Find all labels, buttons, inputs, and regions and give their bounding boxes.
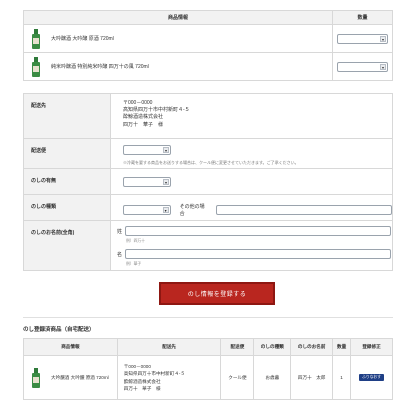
col-address: 配送先: [116, 338, 222, 356]
other-noshi-input[interactable]: [216, 205, 392, 215]
col-quantity: 数量: [332, 338, 352, 356]
product-name: 大吟醸酒 大吟醸 原酒 720ml: [51, 36, 114, 42]
delivery-value: クール便: [220, 355, 255, 400]
col-product: 商品情報: [23, 338, 118, 356]
sei-hint: 例）四万十: [126, 239, 145, 243]
table-row: 大吟醸酒 大吟醸 原酒 720ml ▾: [22, 24, 393, 53]
noshi-form: 配送先 〒000－0000 高知県四万十市中村新町４-５ 酔鯨酒造株式会社 四万…: [23, 93, 393, 271]
quantity-value: 1: [332, 355, 352, 400]
sake-bottle-icon: [30, 367, 42, 388]
quantity-select[interactable]: ▾: [337, 33, 388, 44]
noshi-type-value: お歳暮: [253, 355, 292, 400]
col-noshi-name: のしのお名前: [290, 338, 334, 356]
noshi-presence-select[interactable]: ▾: [123, 177, 171, 187]
sake-bottle-icon: [30, 56, 42, 77]
col-delivery: 配送便: [220, 338, 255, 356]
product-table-header: 商品情報 数量: [22, 10, 393, 25]
registered-table-header: 商品情報 配送先 配送便 のしの種類 のしのお名前 数量 登録修正: [23, 338, 393, 356]
address-value: 〒000－0000 高知県四万十市中村新町４-５ 酔鯨酒造株式会社 四万十 華子…: [110, 93, 393, 139]
chevron-down-icon: ▾: [162, 207, 169, 213]
product-table: 商品情報 数量 大吟醸酒 大吟醸 原酒 720ml ▾ 純米吟醸酒 特別純米吟醸…: [22, 10, 393, 81]
mei-input[interactable]: [125, 249, 391, 259]
section-title: のし登録済商品（自宅配送）: [23, 327, 95, 333]
delivery-label: 配送便: [23, 138, 111, 169]
col-noshi-type: のしの種類: [253, 338, 292, 356]
col-edit: 登録修正: [350, 338, 393, 356]
chevron-down-icon: ▾: [163, 179, 169, 185]
registered-table: 商品情報 配送先 配送便 のしの種類 のしのお名前 数量 登録修正 大吟醸酒 大…: [23, 338, 393, 400]
noshi-name-label: のしのお名前(全角): [23, 220, 111, 271]
quantity-select[interactable]: ▾: [337, 61, 388, 72]
noshi-presence-label: のしの有無: [23, 168, 111, 195]
delivery-note: ※冷蔵を要する商品をお送りする場合は、クール便に変更させていただきます。ご了承く…: [123, 160, 299, 165]
quantity-header: 数量: [332, 10, 393, 25]
chevron-down-icon: ▾: [380, 35, 386, 42]
sake-bottle-icon: [30, 28, 42, 49]
sei-label: 姓: [117, 228, 123, 235]
register-noshi-button[interactable]: のし情報を登録する: [159, 282, 275, 305]
mei-label: 名: [117, 251, 123, 258]
product-name: 大吟醸酒 大吟醸 原酒 720ml: [51, 374, 109, 380]
other-label: その他の場合: [179, 204, 205, 217]
table-row: 大吟醸酒 大吟醸 原酒 720ml 〒000－0000 高知県四万十市中村新町４…: [23, 355, 393, 400]
noshi-type-label: のしの種類: [23, 194, 111, 221]
noshi-name-value: 四万十 太郎: [290, 355, 334, 400]
chevron-down-icon: ▾: [163, 147, 169, 153]
edit-button[interactable]: ふりなおす: [359, 374, 385, 381]
address-label: 配送先: [23, 93, 111, 139]
delivery-select[interactable]: ▾: [123, 145, 171, 155]
divider: [23, 317, 393, 318]
chevron-down-icon: ▾: [380, 63, 386, 70]
mei-hint: 例）華子: [126, 262, 142, 266]
noshi-type-select[interactable]: ▾: [123, 205, 171, 215]
table-row: 純米吟醸酒 特別純米吟醸 四万十の風 720ml ▾: [22, 52, 393, 81]
product-name: 純米吟醸酒 特別純米吟醸 四万十の風 720ml: [51, 64, 149, 70]
sei-input[interactable]: [125, 226, 391, 236]
product-header: 商品情報: [22, 10, 334, 25]
